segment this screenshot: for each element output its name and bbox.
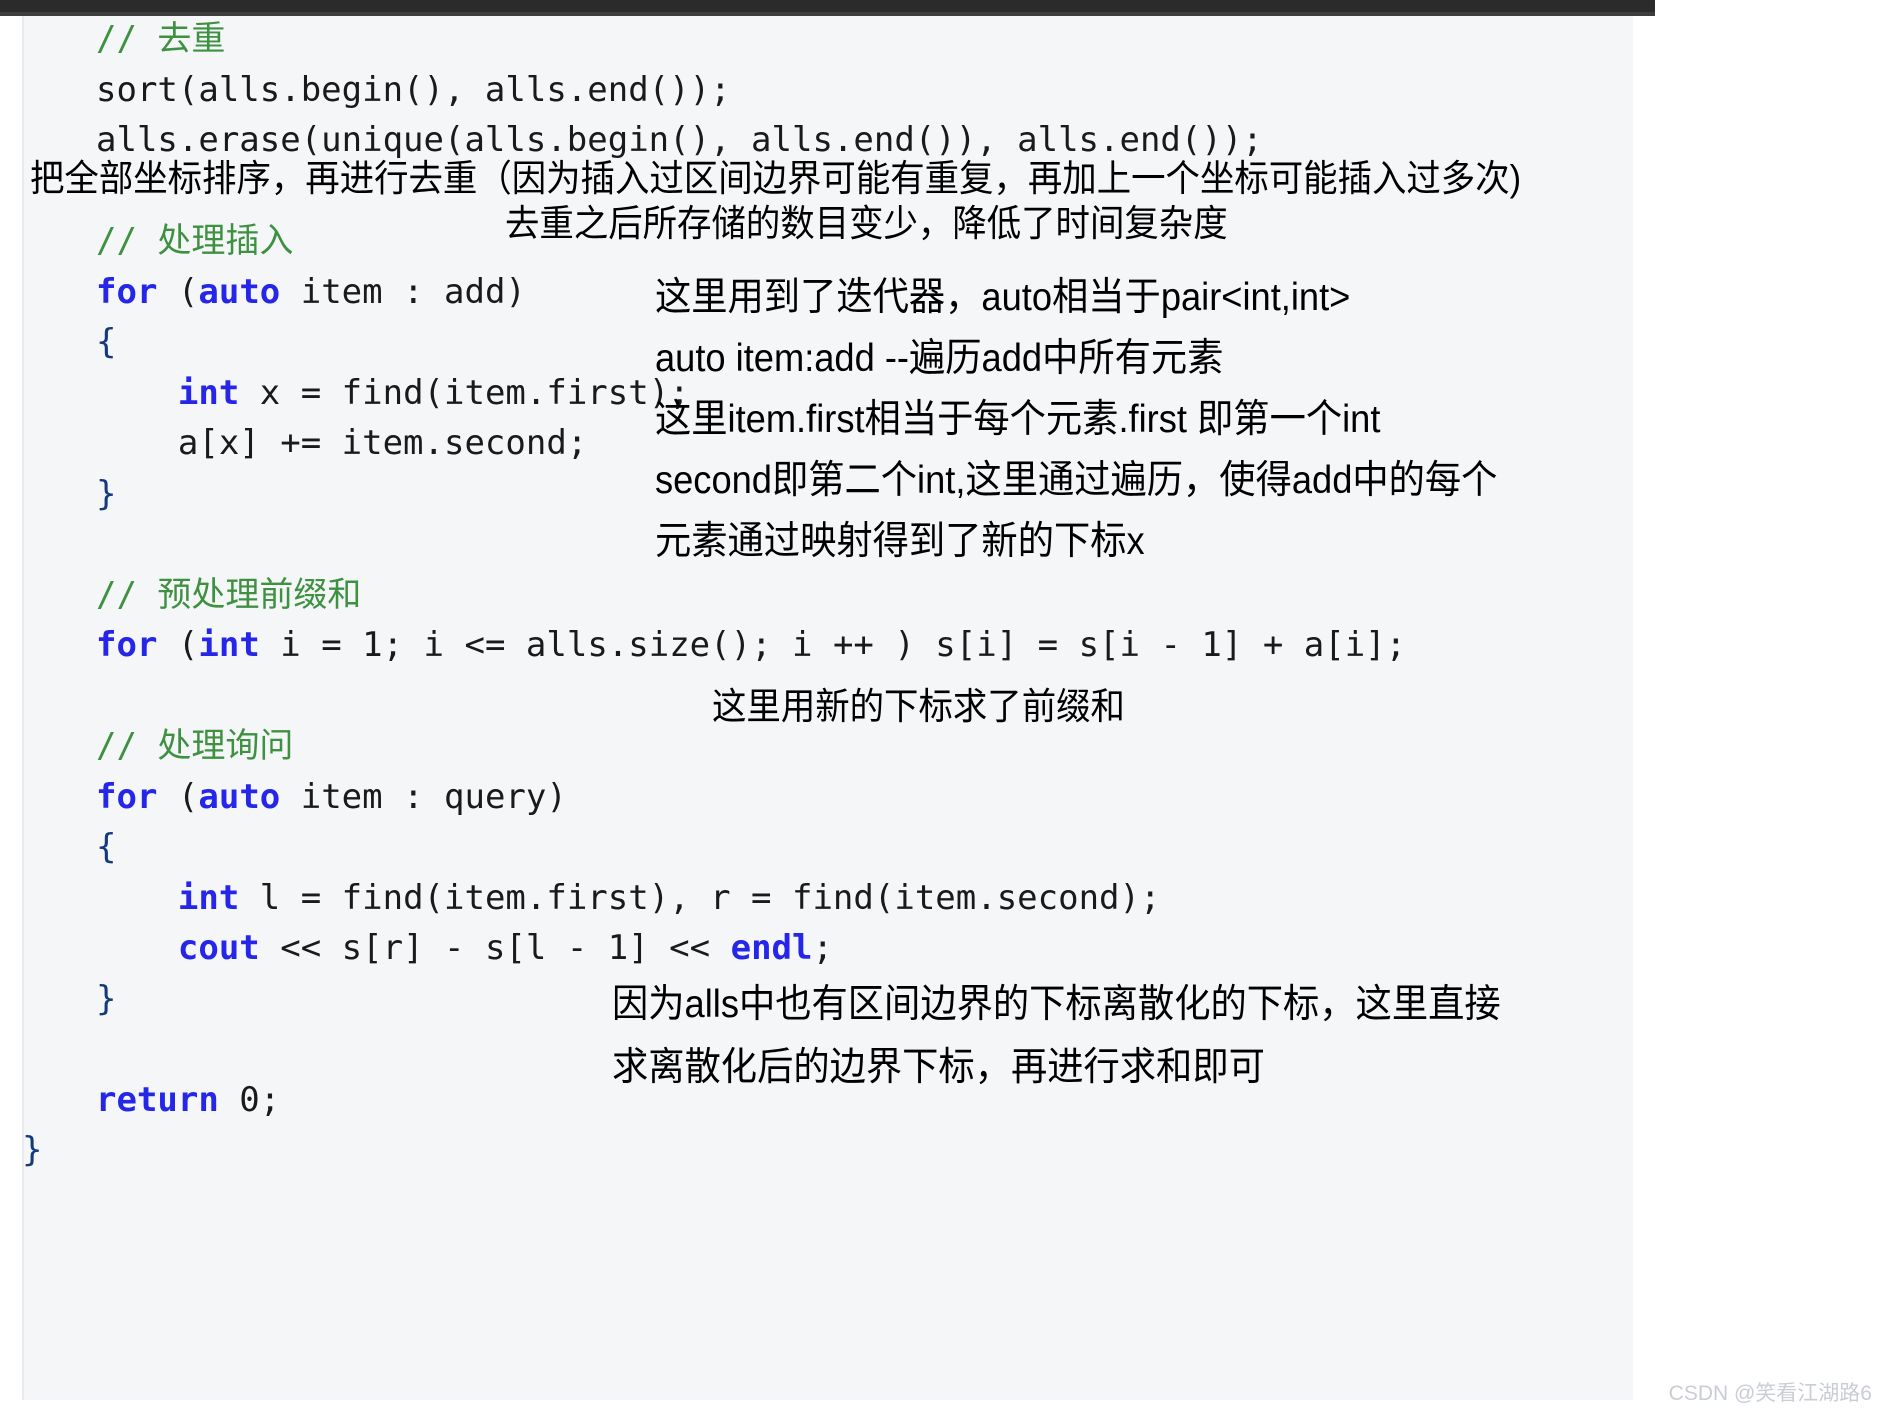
code-token: cout (177, 928, 260, 968)
code-token: int (198, 625, 260, 665)
code-token: sort(alls.begin(), alls.end()); (96, 69, 731, 110)
code-line: } (22, 1125, 42, 1176)
code-token: return (96, 1079, 219, 1120)
annotation-query-line-2: 求离散化后的边界下标，再进行求和即可 (612, 1045, 1265, 1089)
code-token: { (96, 322, 117, 362)
code-token: x = find(item.first); (239, 372, 690, 413)
code-token: ; (812, 928, 833, 968)
annotation-iterator-line-2: auto item:add --遍历add中所有元素 (655, 336, 1224, 380)
code-token: } (22, 1130, 43, 1170)
code-token: // 去重 (96, 19, 226, 59)
code-line: // 处理插入 (96, 221, 293, 261)
code-token: ( (157, 625, 199, 665)
code-token: i = 1; i <= alls.size(); i ++ ) s[i] = s… (259, 625, 1407, 665)
code-line: int x = find(item.first); (96, 373, 690, 413)
code-token: // 处理插入 (96, 221, 294, 261)
code-token: endl (730, 928, 813, 968)
code-token: int (177, 877, 240, 918)
annotation-prefix-sum: 这里用新的下标求了前缀和 (712, 686, 1125, 727)
code-line: // 去重 (96, 19, 225, 59)
code-line: return 0; (96, 1080, 280, 1120)
code-line: // 处理询问 (96, 726, 293, 766)
code-token: item : add) (280, 271, 526, 312)
code-token: for (96, 776, 158, 817)
code-token: auto (198, 271, 281, 312)
code-line: } (96, 474, 116, 514)
code-token: ( (157, 271, 199, 312)
code-line: } (96, 979, 116, 1019)
csdn-watermark: CSDN @笑看江湖路6 (1668, 1382, 1872, 1405)
code-line: a[x] += item.second; (96, 423, 587, 463)
code-token: a[x] += item.second; (177, 423, 588, 463)
code-token: } (96, 978, 117, 1019)
code-gutter-divider (22, 16, 24, 1400)
code-line: for (auto item : add) (96, 272, 526, 312)
code-token: // 处理询问 (96, 726, 294, 766)
code-line: alls.erase(unique(alls.begin(), alls.end… (96, 120, 1263, 160)
annotation-query-line-1: 因为alls中也有区间边界的下标离散化的下标，这里直接 (612, 983, 1501, 1026)
annotation-sort-dedup-line2: 去重之后所存储的数目变少，降低了时间复杂度 (505, 203, 1228, 244)
code-line: int l = find(item.first), r = find(item.… (96, 877, 1161, 918)
code-line: { (96, 827, 116, 867)
code-token: for (96, 625, 158, 665)
code-token: int (177, 372, 240, 413)
code-token: << s[r] - s[l - 1] << (259, 928, 731, 968)
annotation-sort-dedup-line1: 把全部坐标排序，再进行去重（因为插入过区间边界可能有重复，再加上一个坐标可能插入… (30, 158, 1522, 199)
code-token: alls.erase(unique(alls.begin(), alls.end… (96, 120, 1263, 160)
code-line: { (96, 322, 116, 362)
code-token: // 预处理前缀和 (96, 574, 362, 615)
code-token: l = find(item.first), r = find(item.seco… (239, 877, 1161, 918)
annotation-iterator-line-1: 这里用到了迭代器，auto相当于pair<int,int> (655, 276, 1351, 319)
code-line: for (auto item : query) (96, 777, 567, 817)
code-token: } (96, 473, 117, 514)
code-token: 0; (218, 1079, 281, 1120)
annotation-iterator-line-4: second即第二个int,这里通过遍历，使得add中的每个 (655, 458, 1498, 502)
code-token: item : query) (280, 776, 567, 817)
annotation-query-block: 因为alls中也有区间边界的下标离散化的下标，这里直接 求离散化后的边界下标，再… (612, 983, 1501, 1111)
window-title-bar (0, 0, 1655, 12)
annotation-iterator-line-3: 这里item.first相当于每个元素.first 即第一个int (655, 397, 1381, 441)
annotation-iterator-line-5: 元素通过映射得到了新的下标x (655, 519, 1145, 563)
code-token: ( (157, 776, 199, 817)
code-token: for (96, 271, 158, 312)
code-token: { (96, 827, 117, 867)
code-line: for (int i = 1; i <= alls.size(); i ++ )… (96, 625, 1406, 665)
code-line: cout << s[r] - s[l - 1] << endl; (96, 928, 833, 968)
code-line: sort(alls.begin(), alls.end()); (96, 70, 731, 110)
code-line: // 预处理前缀和 (96, 575, 361, 615)
annotation-iterator-block: 这里用到了迭代器，auto相当于pair<int,int> auto item:… (655, 276, 1498, 583)
code-token: auto (198, 776, 281, 817)
